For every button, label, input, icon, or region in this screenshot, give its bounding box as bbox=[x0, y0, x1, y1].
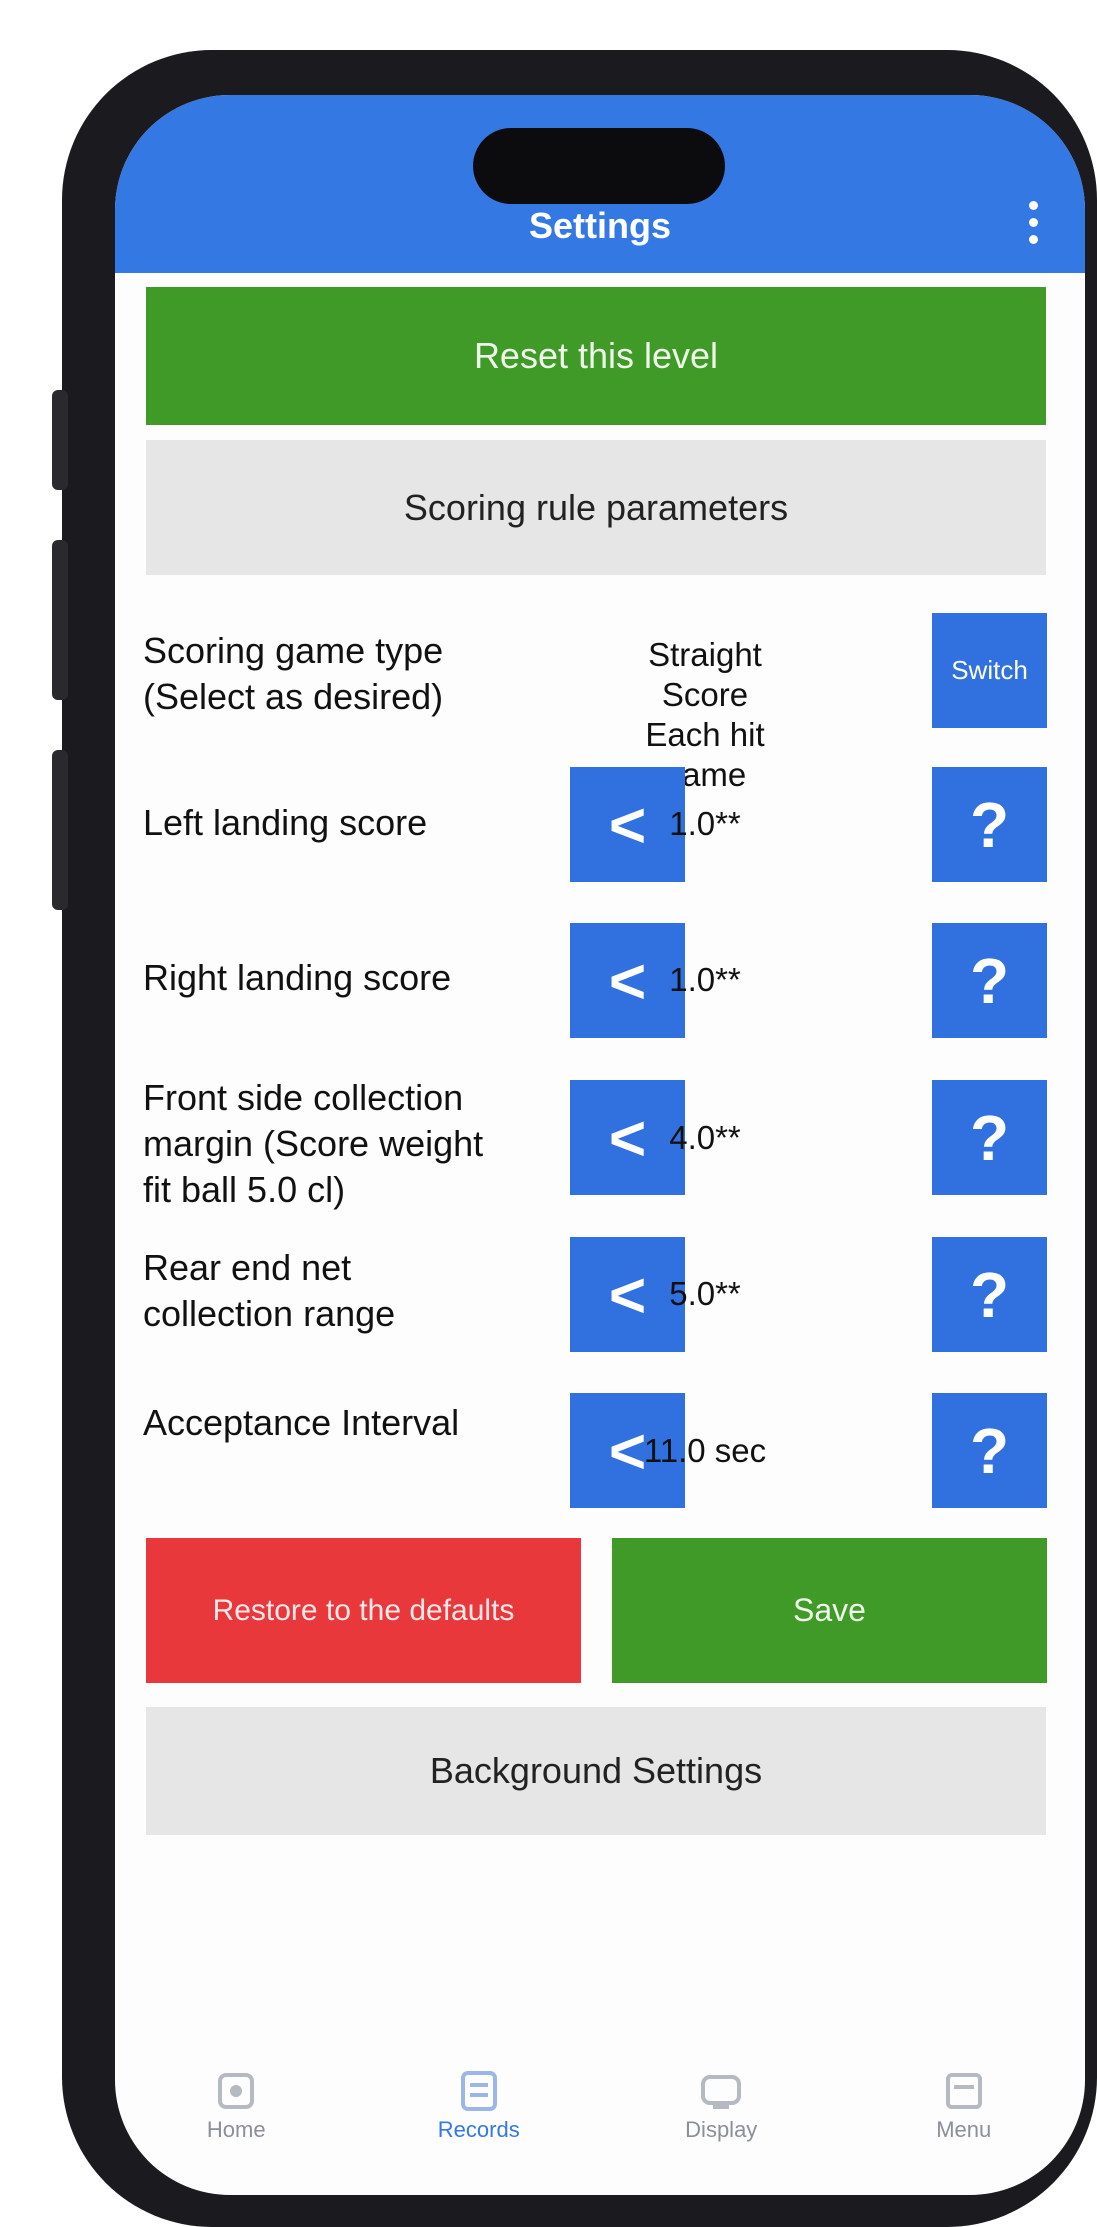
row-label-acceptance-interval: Acceptance Interval bbox=[143, 1402, 460, 1443]
more-options-button[interactable] bbox=[1011, 187, 1055, 257]
row-label-rear-range: Rear end net collection range bbox=[143, 1247, 396, 1334]
row-value-right-landing: 1.0** bbox=[669, 961, 741, 998]
display-icon bbox=[695, 2065, 747, 2117]
row-label-right-landing: Right landing score bbox=[143, 957, 452, 998]
dot-icon bbox=[1028, 217, 1038, 227]
row-label-front-margin: Front side collection margin (Score weig… bbox=[143, 1077, 484, 1210]
row-value-acceptance-interval: 11.0 sec bbox=[643, 1432, 767, 1469]
phone-side-button bbox=[52, 540, 68, 700]
help-right-landing-button[interactable]: ? bbox=[932, 923, 1047, 1038]
app-screen: Settings Reset this level Scoring rule p… bbox=[115, 95, 1085, 2195]
save-button[interactable]: Save bbox=[612, 1538, 1047, 1683]
dynamic-island bbox=[473, 128, 725, 204]
dot-icon bbox=[1028, 200, 1038, 210]
records-icon bbox=[453, 2065, 505, 2117]
home-icon bbox=[210, 2065, 262, 2117]
restore-defaults-button[interactable]: Restore to the defaults bbox=[146, 1538, 581, 1683]
tab-home[interactable]: Home bbox=[146, 2045, 326, 2143]
row-label-game-type: Scoring game type (Select as desired) bbox=[143, 630, 444, 717]
help-rear-range-button[interactable]: ? bbox=[932, 1237, 1047, 1352]
switch-game-type-button[interactable]: Switch bbox=[932, 613, 1047, 728]
phone-side-button bbox=[52, 750, 68, 910]
section-header-background[interactable]: Background Settings bbox=[146, 1707, 1046, 1835]
tab-label: Menu bbox=[936, 2117, 992, 2142]
row-value-left-landing: 1.0** bbox=[669, 805, 741, 842]
tab-records[interactable]: Records bbox=[389, 2045, 569, 2143]
app-bar: Settings bbox=[115, 95, 1085, 273]
tab-menu[interactable]: Menu bbox=[874, 2045, 1054, 2143]
tab-label: Home bbox=[206, 2117, 266, 2142]
tab-label: Display bbox=[685, 2117, 758, 2142]
tab-bar: Home Records Display Menu bbox=[115, 2045, 1085, 2195]
reset-level-button[interactable]: Reset this level bbox=[146, 287, 1046, 425]
help-acceptance-interval-button[interactable]: ? bbox=[932, 1393, 1047, 1508]
section-header-scoring: Scoring rule parameters bbox=[146, 440, 1046, 575]
tab-display[interactable]: Display bbox=[631, 2045, 811, 2143]
row-label-left-landing: Left landing score bbox=[143, 802, 428, 843]
row-value-rear-range: 5.0** bbox=[669, 1275, 741, 1312]
row-value-front-margin: 4.0** bbox=[669, 1119, 741, 1156]
dot-icon bbox=[1028, 234, 1038, 244]
phone-side-button bbox=[52, 390, 68, 490]
tab-label: Records bbox=[437, 2117, 520, 2142]
menu-icon bbox=[938, 2065, 990, 2117]
help-front-margin-button[interactable]: ? bbox=[932, 1080, 1047, 1195]
help-left-landing-button[interactable]: ? bbox=[932, 767, 1047, 882]
page-title: Settings bbox=[528, 205, 671, 246]
